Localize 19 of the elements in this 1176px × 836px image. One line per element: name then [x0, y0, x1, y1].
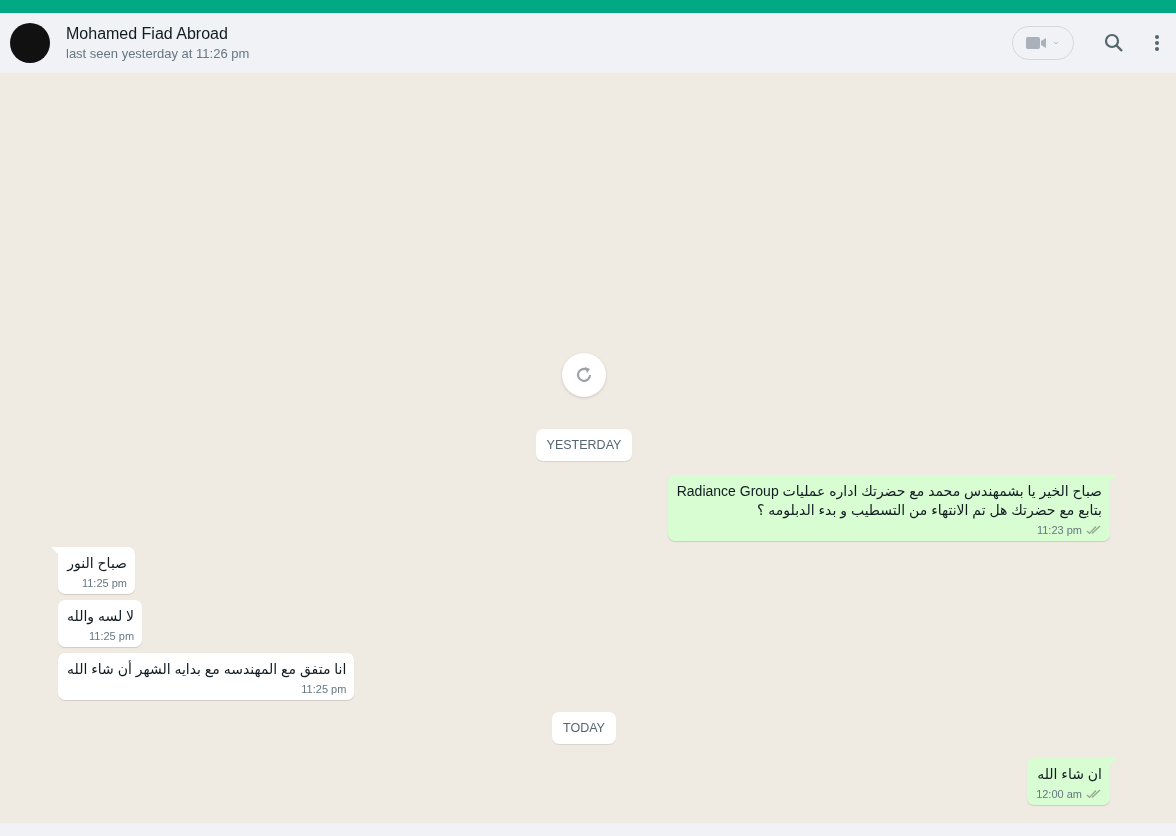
- message-time: 11:25 pm: [89, 630, 135, 642]
- last-seen-text: last seen yesterday at 11:26 pm: [66, 46, 251, 61]
- video-camera-icon: [1026, 36, 1060, 50]
- refresh-icon: [574, 365, 594, 385]
- avatar[interactable]: [10, 23, 50, 63]
- message-time: 11:25 pm: [301, 683, 347, 695]
- message-time: 11:23 pm: [1036, 524, 1082, 536]
- contact-name[interactable]: Mohamed Fiad Abroad: [66, 25, 1012, 43]
- message-text: لا لسه والله: [67, 607, 135, 626]
- double-check-icon: [1086, 525, 1102, 535]
- message-time: 12:00 am: [1036, 788, 1082, 800]
- message-text: صباح النور: [67, 554, 127, 573]
- message-text: صباح الخير يا بشمهندس محمد مع حضرتك اداره عمليات Radiance Group بتابع مع حضرتك هل تم الانتهاء من التسطيب و بدء الدبلومه ؟: [676, 482, 1102, 520]
- search-icon[interactable]: [1104, 33, 1124, 53]
- message-text: ان شاء الله: [1036, 765, 1102, 784]
- menu-icon[interactable]: [1154, 34, 1160, 52]
- double-check-icon: [1086, 789, 1102, 799]
- message-text: انا متفق مع المهندسه مع بدايه الشهر أن شاء الله: [67, 660, 347, 679]
- message-time: 11:25 pm: [81, 577, 127, 589]
